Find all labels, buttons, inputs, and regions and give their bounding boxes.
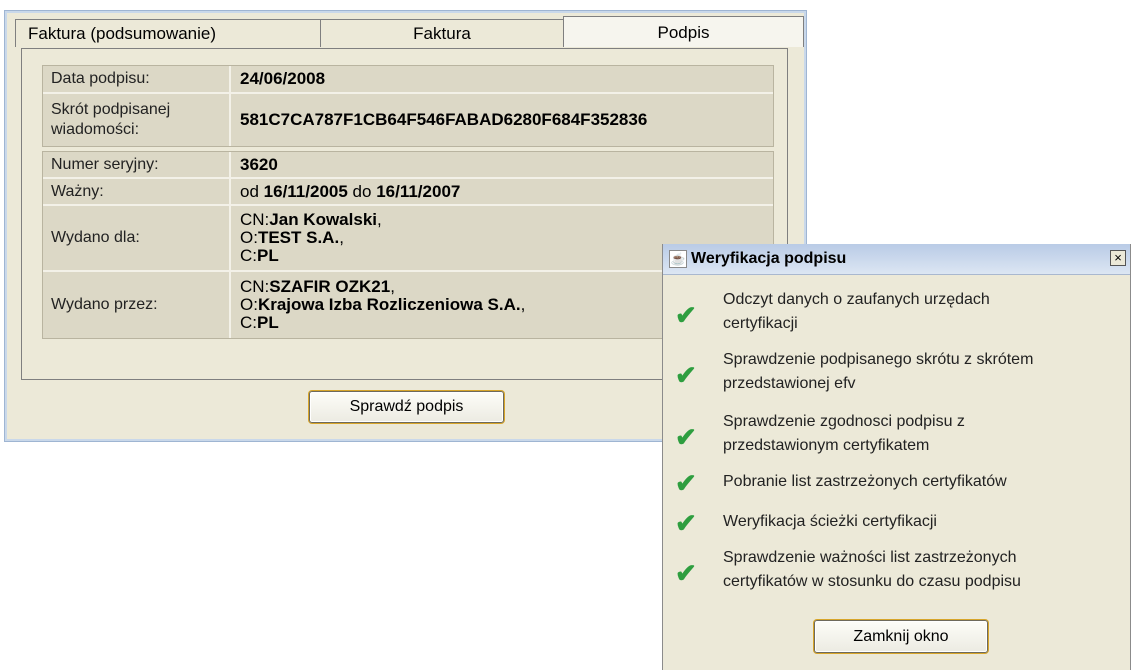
valid-from-prefix: od: [240, 181, 259, 201]
valid-to: 16/11/2007: [376, 181, 461, 201]
date-label: Data podpisu:: [43, 66, 231, 92]
step-text: Sprawdzenie zgodnosci podpisu z przedsta…: [723, 410, 1123, 458]
valid-to-prefix: do: [352, 181, 372, 201]
tab-bar: Faktura (podsumowanie) Faktura Podpis: [15, 16, 804, 49]
check-icon: ✔: [675, 508, 697, 538]
issued-to-c: C:PL: [240, 246, 279, 265]
step-line: Odczyt danych o zaufanych urzędach: [723, 291, 990, 308]
java-cup-icon: ☕: [669, 250, 687, 268]
step-line: przedstawionej efv: [723, 375, 856, 392]
valid-value: od 16/11/2005 do 16/11/2007: [231, 179, 773, 204]
issued-by-label: Wydano przez:: [43, 272, 231, 338]
dialog-title: Weryfikacja podpisu: [691, 250, 847, 267]
step-line: przedstawionym certyfikatem: [723, 437, 930, 454]
serial-row: Numer seryjny: 3620: [43, 152, 773, 179]
step-text: Weryfikacja ścieżki certyfikacji: [723, 510, 1123, 534]
digest-row: Skrót podpisanej wiadomości: 581C7CA787F…: [43, 94, 773, 146]
verification-dialog: ☕ Weryfikacja podpisu × ✔ Odczyt danych …: [662, 244, 1131, 670]
issued-by-c: C:PL: [240, 313, 279, 332]
issued-to-label: Wydano dla:: [43, 206, 231, 270]
step-line: Pobranie list zastrzeżonych certyfikatów: [723, 473, 1007, 490]
issued-by-o: O:Krajowa Izba Rozliczeniowa S.A.,: [240, 295, 526, 314]
check-icon: ✔: [675, 422, 697, 452]
digest-value: 581C7CA787F1CB64F546FABAD6280F684F352836: [240, 110, 648, 129]
issued-to-o: O:TEST S.A.,: [240, 228, 344, 247]
step-line: Weryfikacja ścieżki certyfikacji: [723, 513, 937, 530]
step-line: certyfikatów w stosunku do czasu podpisu: [723, 573, 1021, 590]
step-text: Sprawdzenie ważności list zastrzeżonych …: [723, 546, 1123, 594]
valid-from: 16/11/2005: [263, 181, 348, 201]
close-window-button[interactable]: Zamknij okno: [814, 620, 988, 653]
check-icon: ✔: [675, 300, 697, 330]
digest-label: Skrót podpisanej wiadomości:: [43, 94, 231, 146]
check-icon: ✔: [675, 558, 697, 588]
close-icon[interactable]: ×: [1110, 250, 1126, 266]
digest-label-line1: Skrót podpisanej: [51, 101, 171, 118]
step-line: Sprawdzenie podpisanego skrótu z skrótem: [723, 351, 1034, 368]
dialog-title-bar[interactable]: ☕ Weryfikacja podpisu ×: [663, 244, 1130, 275]
step-line: Sprawdzenie zgodnosci podpisu z: [723, 413, 965, 430]
check-icon: ✔: [675, 468, 697, 498]
tab-signature[interactable]: Podpis: [563, 16, 804, 47]
valid-row: Ważny: od 16/11/2005 do 16/11/2007: [43, 179, 773, 206]
verify-signature-button[interactable]: Sprawdź podpis: [309, 391, 504, 423]
valid-label: Ważny:: [43, 179, 231, 204]
issued-to-cn: CN:Jan Kowalski,: [240, 210, 382, 229]
step-text: Odczyt danych o zaufanych urzędach certy…: [723, 288, 1123, 336]
tab-invoice-summary[interactable]: Faktura (podsumowanie): [15, 19, 321, 47]
step-text: Sprawdzenie podpisanego skrótu z skrótem…: [723, 348, 1123, 396]
digest-label-line2: wiadomości:: [51, 121, 140, 138]
check-icon: ✔: [675, 360, 697, 390]
step-line: certyfikacji: [723, 315, 798, 332]
date-value: 24/06/2008: [240, 69, 326, 88]
date-row: Data podpisu: 24/06/2008: [43, 66, 773, 94]
step-text: Pobranie list zastrzeżonych certyfikatów: [723, 470, 1123, 494]
serial-value: 3620: [240, 154, 278, 174]
step-line: Sprawdzenie ważności list zastrzeżonych: [723, 549, 1017, 566]
signature-info-table: Data podpisu: 24/06/2008 Skrót podpisane…: [42, 65, 774, 147]
issued-by-cn: CN:SZAFIR OZK21,: [240, 277, 395, 296]
serial-label: Numer seryjny:: [43, 152, 231, 177]
tab-invoice[interactable]: Faktura: [320, 19, 564, 47]
